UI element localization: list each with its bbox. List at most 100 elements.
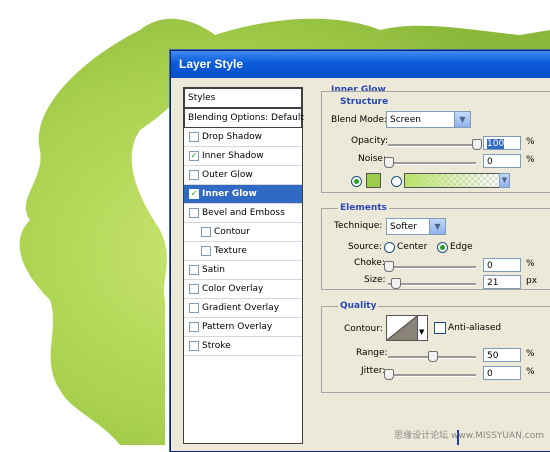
noise-label: Noise: (358, 154, 386, 164)
checkbox-icon[interactable] (189, 341, 199, 351)
contour-dropdown[interactable]: ▼ (417, 315, 428, 341)
style-item-label: Inner Shadow (202, 151, 264, 161)
choke-slider[interactable] (388, 266, 476, 269)
style-item-label: Texture (214, 246, 247, 256)
style-item-label: Stroke (202, 341, 231, 351)
checkbox-icon[interactable] (201, 246, 211, 256)
checkbox-icon[interactable]: ✓ (189, 151, 199, 161)
style-item-color-overlay[interactable]: Color Overlay (184, 280, 302, 299)
range-slider-thumb[interactable] (428, 351, 438, 362)
style-item-label: Pattern Overlay (202, 322, 273, 332)
watermark-text: 思缘设计论坛 www.MISSYUAN.com (394, 431, 544, 441)
layer-style-dialog: Layer Style Styles Blending Options: Def… (170, 50, 550, 452)
checkbox-icon[interactable] (189, 303, 199, 313)
noise-input[interactable]: 0 (483, 154, 521, 168)
contour-picker[interactable] (386, 315, 418, 341)
checkbox-icon[interactable] (189, 284, 199, 294)
blend-mode-select[interactable]: Screen ▼ (386, 111, 471, 128)
style-item-satin[interactable]: Satin (184, 261, 302, 280)
noise-slider[interactable] (388, 162, 476, 165)
style-item-label: Drop Shadow (202, 132, 263, 142)
chevron-down-icon[interactable]: ▼ (499, 174, 509, 187)
noise-unit: % (526, 155, 535, 165)
dialog-title[interactable]: Layer Style (171, 51, 550, 78)
checkbox-icon[interactable]: ✓ (189, 189, 199, 199)
opacity-slider-thumb[interactable] (472, 139, 482, 150)
size-slider-thumb[interactable] (391, 278, 402, 289)
style-item-stroke[interactable]: Stroke (184, 337, 302, 356)
size-input[interactable]: 21 (483, 275, 521, 289)
blend-mode-label: Blend Mode: (331, 115, 388, 125)
opacity-label: Opacity: (351, 136, 388, 146)
glow-color-swatch[interactable] (366, 173, 381, 188)
source-edge-radio[interactable] (437, 242, 448, 253)
jitter-input[interactable]: 0 (483, 366, 521, 380)
opacity-value: 100 (487, 139, 505, 149)
style-item-label: Color Overlay (202, 284, 264, 294)
checkbox-icon[interactable] (189, 208, 199, 218)
chevron-down-icon[interactable]: ▼ (419, 324, 424, 341)
choke-unit: % (526, 259, 535, 269)
size-unit: px (526, 276, 538, 286)
checkbox-icon[interactable] (189, 132, 199, 142)
noise-slider-thumb[interactable] (384, 157, 394, 168)
style-item-label: Satin (202, 265, 225, 275)
checkbox-icon[interactable] (189, 322, 199, 332)
styles-header[interactable]: Styles (184, 88, 302, 108)
style-item-label: Contour (214, 227, 250, 237)
contour-curve-icon (387, 316, 417, 340)
source-label: Source: (348, 242, 382, 252)
range-label: Range: (356, 348, 388, 358)
jitter-unit: % (526, 367, 535, 377)
blend-mode-value: Screen (390, 115, 421, 125)
chevron-down-icon[interactable]: ▼ (429, 219, 445, 234)
technique-value: Softer (390, 222, 417, 232)
style-item-label: Inner Glow (202, 189, 257, 199)
elements-title: Elements (338, 203, 389, 213)
style-item-gradient-overlay[interactable]: Gradient Overlay (184, 299, 302, 318)
chevron-down-icon[interactable]: ▼ (454, 112, 470, 127)
style-item-outer-glow[interactable]: Outer Glow (184, 166, 302, 185)
range-unit: % (526, 349, 535, 359)
jitter-slider-thumb[interactable] (384, 369, 394, 380)
inner-glow-settings: Inner Glow Structure Blend Mode: Screen … (316, 79, 550, 451)
checkbox-icon[interactable] (201, 227, 211, 237)
choke-label: Choke: (354, 258, 385, 268)
quality-title: Quality (338, 301, 379, 311)
color-radio[interactable] (351, 176, 362, 187)
jitter-slider[interactable] (388, 374, 476, 377)
source-center-label[interactable]: Center (397, 242, 427, 252)
glow-gradient-picker[interactable] (404, 173, 501, 188)
style-item-bevel-and-emboss[interactable]: Bevel and Emboss (184, 204, 302, 223)
source-center-radio[interactable] (384, 242, 395, 253)
style-item-contour[interactable]: Contour (184, 223, 302, 242)
styles-list: Styles Blending Options: Default Drop Sh… (183, 87, 304, 444)
jitter-label: Jitter: (361, 366, 386, 376)
opacity-slider[interactable] (388, 144, 476, 147)
style-item-label: Outer Glow (202, 170, 253, 180)
choke-input[interactable]: 0 (483, 258, 521, 272)
structure-title: Structure (338, 97, 391, 107)
technique-select[interactable]: Softer ▼ (386, 218, 446, 235)
blending-options-item[interactable]: Blending Options: Default (184, 108, 304, 128)
style-item-texture[interactable]: Texture (184, 242, 302, 261)
technique-label: Technique: (334, 221, 383, 231)
choke-slider-thumb[interactable] (384, 261, 394, 272)
style-item-pattern-overlay[interactable]: Pattern Overlay (184, 318, 302, 337)
size-label: Size: (364, 275, 386, 285)
source-edge-label[interactable]: Edge (450, 242, 473, 252)
opacity-unit: % (526, 137, 535, 147)
style-item-drop-shadow[interactable]: Drop Shadow (184, 128, 302, 147)
style-item-inner-glow[interactable]: ✓ Inner Glow (184, 185, 302, 204)
checkbox-icon[interactable] (189, 265, 199, 275)
size-slider[interactable] (388, 283, 476, 286)
checkbox-icon[interactable] (189, 170, 199, 180)
opacity-input[interactable]: 100 (483, 136, 521, 150)
gradient-radio[interactable] (391, 176, 402, 187)
anti-aliased-checkbox[interactable] (434, 322, 446, 334)
range-input[interactable]: 50 (483, 348, 521, 362)
gradient-dropdown[interactable]: ▼ (499, 173, 510, 188)
contour-label: Contour: (344, 324, 383, 334)
anti-aliased-label[interactable]: Anti-aliased (448, 323, 501, 333)
style-item-inner-shadow[interactable]: ✓ Inner Shadow (184, 147, 302, 166)
